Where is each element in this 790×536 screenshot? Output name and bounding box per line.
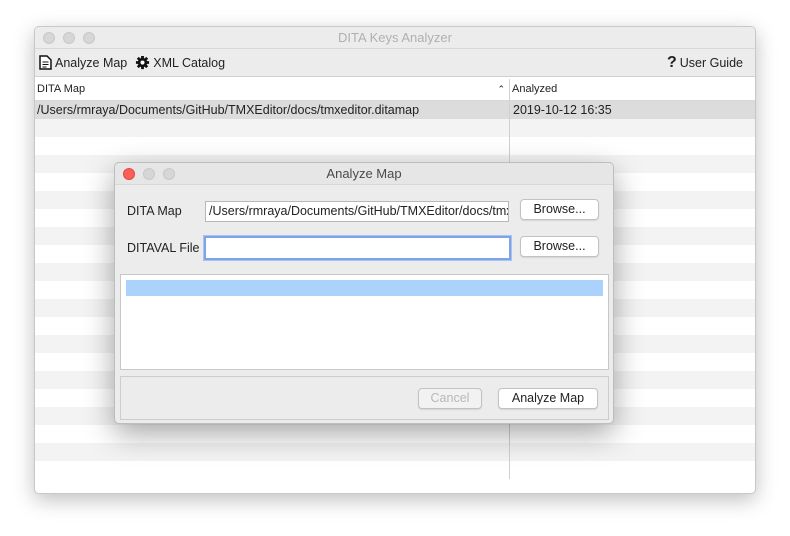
column-header-dita-map[interactable]: DITA Map ⌃	[35, 79, 510, 100]
user-guide-label: User Guide	[679, 55, 743, 70]
column-header-analyzed[interactable]: Analyzed	[510, 79, 755, 100]
title-bar: DITA Keys Analyzer	[35, 27, 755, 49]
ditaval-file-label: DITAVAL File	[127, 241, 200, 255]
dialog-title: Analyze Map	[326, 166, 402, 181]
table-header: DITA Map ⌃ Analyzed	[35, 79, 755, 101]
progress-list	[120, 274, 609, 370]
ditaval-file-input[interactable]	[204, 236, 511, 260]
zoom-button[interactable]	[83, 32, 95, 44]
table-row[interactable]: /Users/rmraya/Documents/GitHub/TMXEditor…	[35, 101, 755, 119]
list-item-selected[interactable]	[126, 280, 603, 296]
user-guide-button[interactable]: ? User Guide	[667, 54, 743, 72]
question-icon: ?	[666, 53, 677, 71]
document-icon	[39, 55, 52, 70]
analyze-map-button[interactable]: Analyze Map	[39, 55, 127, 70]
analyze-map-label: Analyze Map	[55, 55, 128, 70]
browse-dita-map-button[interactable]: Browse...	[520, 199, 599, 220]
dialog-zoom-button	[163, 168, 175, 180]
dita-map-input[interactable]: /Users/rmraya/Documents/GitHub/TMXEditor…	[205, 201, 509, 222]
gear-icon	[136, 55, 150, 70]
close-button[interactable]	[43, 32, 55, 44]
minimize-button[interactable]	[63, 32, 75, 44]
xml-catalog-label: XML Catalog	[153, 55, 226, 70]
browse-ditaval-button[interactable]: Browse...	[520, 236, 599, 257]
xml-catalog-button[interactable]: XML Catalog	[135, 55, 225, 70]
dita-map-label: DITA Map	[127, 204, 182, 218]
dialog-title-bar: Analyze Map	[115, 163, 613, 185]
analyze-map-submit-button[interactable]: Analyze Map	[498, 388, 598, 409]
analyze-map-dialog: Analyze Map DITA Map /Users/rmraya/Docum…	[114, 162, 614, 424]
toolbar: Analyze Map XML Catalog ? User Guide	[35, 49, 755, 77]
dialog-close-button[interactable]	[123, 168, 135, 180]
window-title: DITA Keys Analyzer	[338, 30, 452, 45]
button-panel: Cancel Analyze Map	[120, 376, 609, 420]
sort-chevron-icon: ⌃	[497, 84, 505, 94]
dialog-minimize-button	[143, 168, 155, 180]
cancel-button[interactable]: Cancel	[418, 388, 482, 409]
